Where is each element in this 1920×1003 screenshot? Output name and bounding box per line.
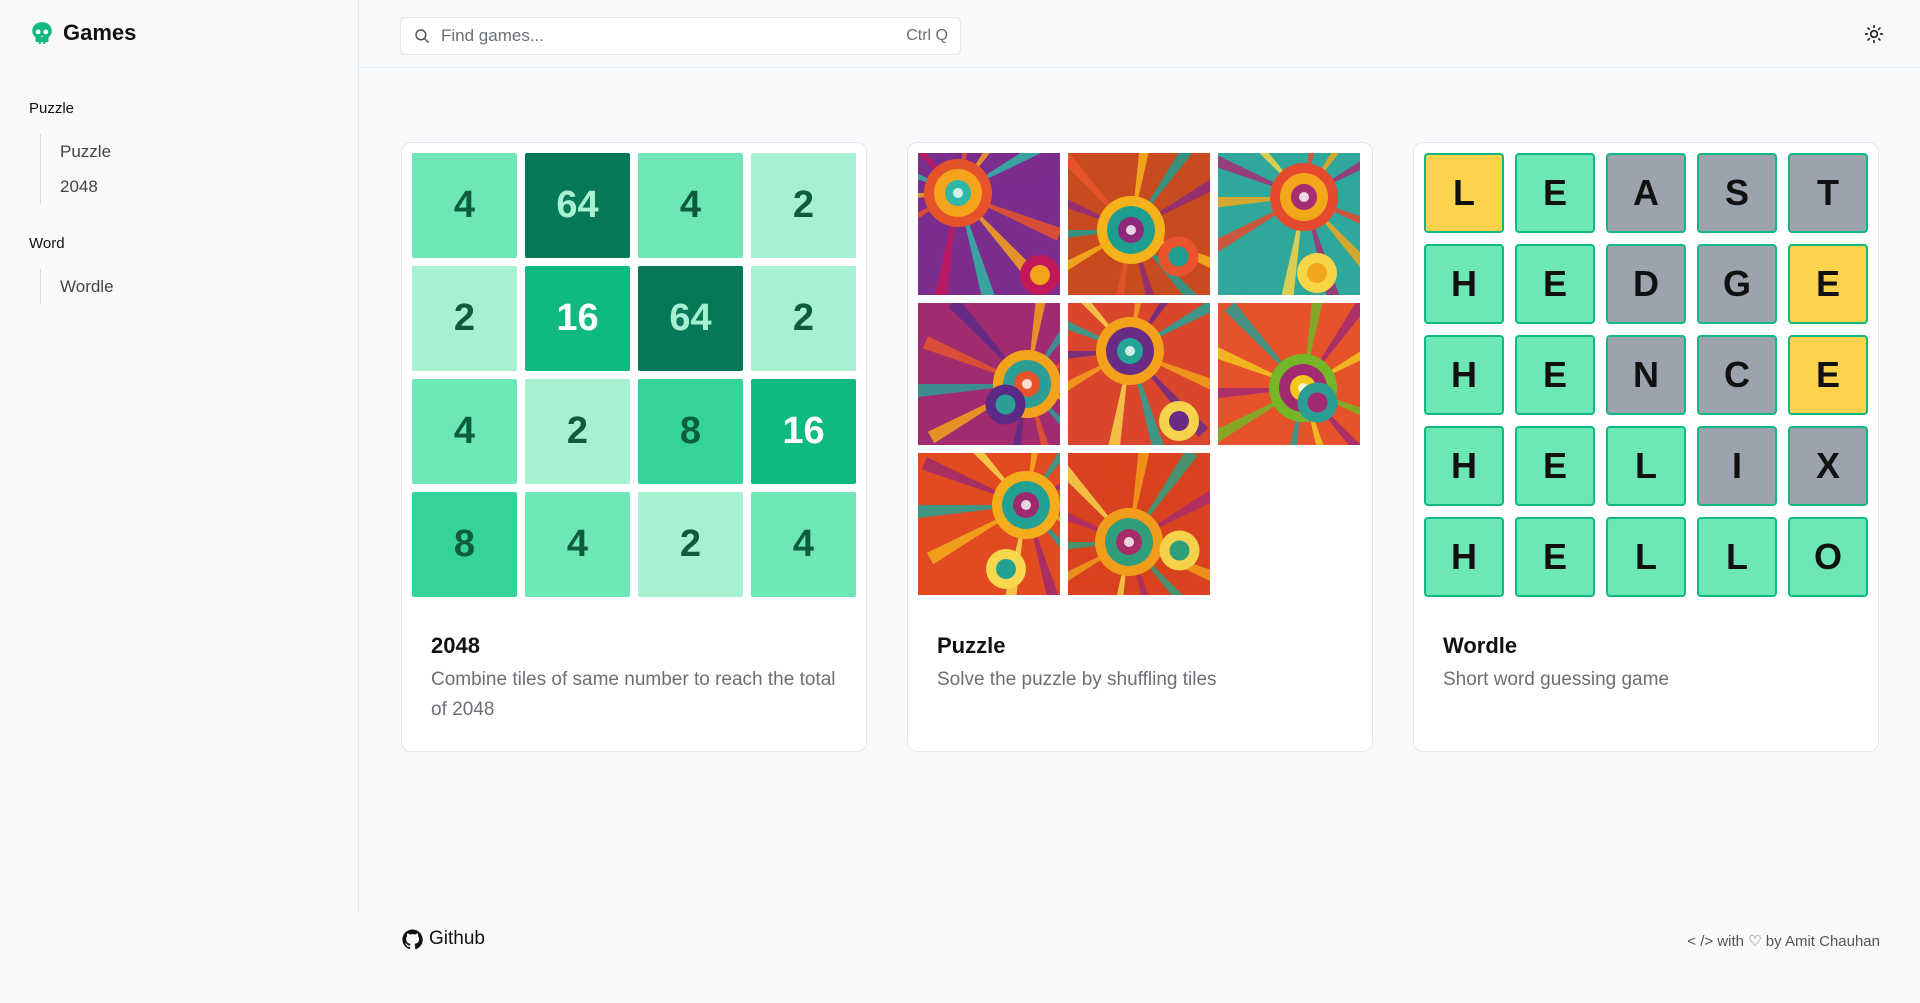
card-description: Combine tiles of same number to reach th… <box>431 669 836 720</box>
wordle-tile: L <box>1606 426 1686 506</box>
wordle-tile: T <box>1788 153 1868 233</box>
group-title-word: Word <box>29 235 65 252</box>
wordle-tile: L <box>1424 153 1504 233</box>
wordle-tile: G <box>1697 244 1777 324</box>
tile-2048: 4 <box>638 153 743 258</box>
github-link[interactable]: Github <box>402 928 485 950</box>
wordle-tile: H <box>1424 426 1504 506</box>
wordle-tile: D <box>1606 244 1686 324</box>
sidebar-item-wordle[interactable]: Wordle <box>60 269 114 304</box>
github-label: Github <box>429 928 485 949</box>
wordle-tile: I <box>1697 426 1777 506</box>
wordle-tile: E <box>1515 244 1595 324</box>
wordle-tile: E <box>1788 335 1868 415</box>
tile-2048: 16 <box>525 266 630 371</box>
tile-2048: 8 <box>412 492 517 597</box>
sun-icon[interactable] <box>1864 24 1884 44</box>
sidebar-item-puzzle[interactable]: Puzzle <box>60 134 111 169</box>
game-card-puzzle[interactable]: Puzzle Solve the puzzle by shuffling til… <box>907 142 1373 752</box>
wordle-tile: N <box>1606 335 1686 415</box>
wordle-tile: E <box>1515 335 1595 415</box>
puzzle-tile[interactable] <box>918 153 1060 295</box>
wordle-tile: L <box>1606 517 1686 597</box>
tile-2048: 16 <box>751 379 856 484</box>
group-list-word: Wordle <box>40 269 114 304</box>
search-box[interactable]: Ctrl Q <box>400 17 961 55</box>
search-input[interactable] <box>441 26 907 46</box>
game-card-wordle[interactable]: LEASTHEDGEHENCEHELIXHELLO Wordle Short w… <box>1413 142 1879 752</box>
tile-2048: 2 <box>751 266 856 371</box>
group-list-puzzle: Puzzle 2048 <box>40 134 111 204</box>
puzzle-tile[interactable] <box>918 453 1060 595</box>
tile-2048: 8 <box>638 379 743 484</box>
skull-icon <box>32 22 52 44</box>
puzzle-empty-slot <box>1218 453 1360 595</box>
wordle-tile: E <box>1515 426 1595 506</box>
wordle-tile: L <box>1697 517 1777 597</box>
puzzle-tile[interactable] <box>918 303 1060 445</box>
wordle-tile: E <box>1515 153 1595 233</box>
wordle-tile: E <box>1515 517 1595 597</box>
wordle-tile: H <box>1424 244 1504 324</box>
wordle-tile: X <box>1788 426 1868 506</box>
game-card-2048[interactable]: 4 64 4 2 2 16 64 2 4 2 8 16 8 4 2 4 2048 Combine tiles … <box>401 142 867 752</box>
tile-2048: 2 <box>638 492 743 597</box>
sidebar-item-2048[interactable]: 2048 <box>60 169 111 204</box>
game-2048-preview: 4 64 4 2 2 16 64 2 4 2 8 16 8 4 2 4 <box>412 153 856 597</box>
search-shortcut: Ctrl Q <box>906 27 948 44</box>
tile-2048: 4 <box>751 492 856 597</box>
search-icon <box>415 29 430 44</box>
puzzle-tile[interactable] <box>1068 153 1210 295</box>
brand-link[interactable]: Games <box>29 20 136 46</box>
wordle-preview: LEASTHEDGEHENCEHELIXHELLO <box>1424 153 1868 597</box>
tile-2048: 64 <box>525 153 630 258</box>
tile-2048: 4 <box>412 379 517 484</box>
tile-2048: 2 <box>525 379 630 484</box>
card-title: Puzzle <box>937 633 1006 658</box>
footer-credit: < /> with ♡ by Amit Chauhan <box>1687 933 1880 950</box>
card-title: Wordle <box>1443 633 1518 658</box>
puzzle-tile[interactable] <box>1068 453 1210 595</box>
tile-2048: 4 <box>525 492 630 597</box>
wordle-tile: E <box>1788 244 1868 324</box>
wordle-tile: H <box>1424 335 1504 415</box>
tile-2048: 2 <box>751 153 856 258</box>
puzzle-tile[interactable] <box>1068 303 1210 445</box>
wordle-tile: A <box>1606 153 1686 233</box>
puzzle-tile[interactable] <box>1218 153 1360 295</box>
puzzle-preview <box>918 153 1362 597</box>
wordle-tile: H <box>1424 517 1504 597</box>
puzzle-tile[interactable] <box>1218 303 1360 445</box>
group-title-puzzle: Puzzle <box>29 100 75 117</box>
wordle-tile: S <box>1697 153 1777 233</box>
tile-2048: 64 <box>638 266 743 371</box>
brand-name: Games <box>63 20 137 45</box>
sidebar: Games Puzzle Puzzle 2048 Word Wordle <box>0 0 359 912</box>
card-description: Solve the puzzle by shuffling tiles <box>937 669 1217 690</box>
tile-2048: 4 <box>412 153 517 258</box>
wordle-tile: O <box>1788 517 1868 597</box>
top-header: Ctrl Q <box>360 0 1920 68</box>
card-description: Short word guessing game <box>1443 669 1670 690</box>
tile-2048: 2 <box>412 266 517 371</box>
wordle-tile: C <box>1697 335 1777 415</box>
card-title: 2048 <box>431 633 480 658</box>
github-icon <box>402 928 423 949</box>
